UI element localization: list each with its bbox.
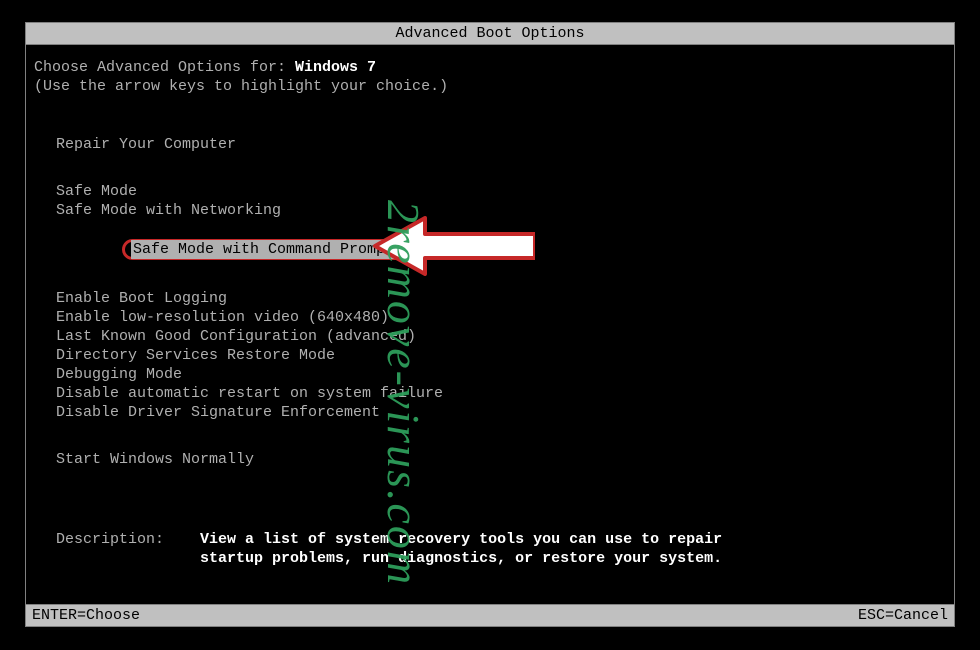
hint-line: (Use the arrow keys to highlight your ch… [34,78,946,97]
footer-enter: ENTER=Choose [32,607,140,624]
content-area: Choose Advanced Options for: Windows 7 (… [26,45,954,569]
os-name: Windows 7 [295,59,376,76]
menu-item-disable-driver-sig[interactable]: Disable Driver Signature Enforcement [56,403,946,422]
window-title: Advanced Boot Options [395,25,584,42]
menu-item-ds-restore[interactable]: Directory Services Restore Mode [56,346,946,365]
description-label: Description: [56,531,200,569]
menu-item-safe-mode-networking[interactable]: Safe Mode with Networking [56,201,946,220]
menu-item-disable-auto-restart[interactable]: Disable automatic restart on system fail… [56,384,946,403]
menu-item-low-res[interactable]: Enable low-resolution video (640x480) [56,308,946,327]
selection-highlight: Safe Mode with Command Prompt [122,239,413,260]
footer-esc: ESC=Cancel [858,607,948,624]
menu-item-safe-mode-cmd[interactable]: Safe Mode with Command Prompt [56,220,946,279]
description-text: View a list of system recovery tools you… [200,531,722,569]
menu-item-repair[interactable]: Repair Your Computer [56,135,946,154]
boot-menu[interactable]: Repair Your Computer Safe Mode Safe Mode… [34,107,946,470]
choose-line: Choose Advanced Options for: Windows 7 [34,59,946,78]
menu-item-debugging[interactable]: Debugging Mode [56,365,946,384]
menu-item-safe-mode[interactable]: Safe Mode [56,182,946,201]
menu-item-boot-logging[interactable]: Enable Boot Logging [56,289,946,308]
menu-item-start-normally[interactable]: Start Windows Normally [56,450,946,469]
menu-item-last-known-good[interactable]: Last Known Good Configuration (advanced) [56,327,946,346]
description-block: Description: View a list of system recov… [34,531,946,569]
boot-options-window: Advanced Boot Options Choose Advanced Op… [25,22,955,627]
footer-bar: ENTER=Choose ESC=Cancel [26,604,954,626]
title-bar: Advanced Boot Options [26,23,954,45]
